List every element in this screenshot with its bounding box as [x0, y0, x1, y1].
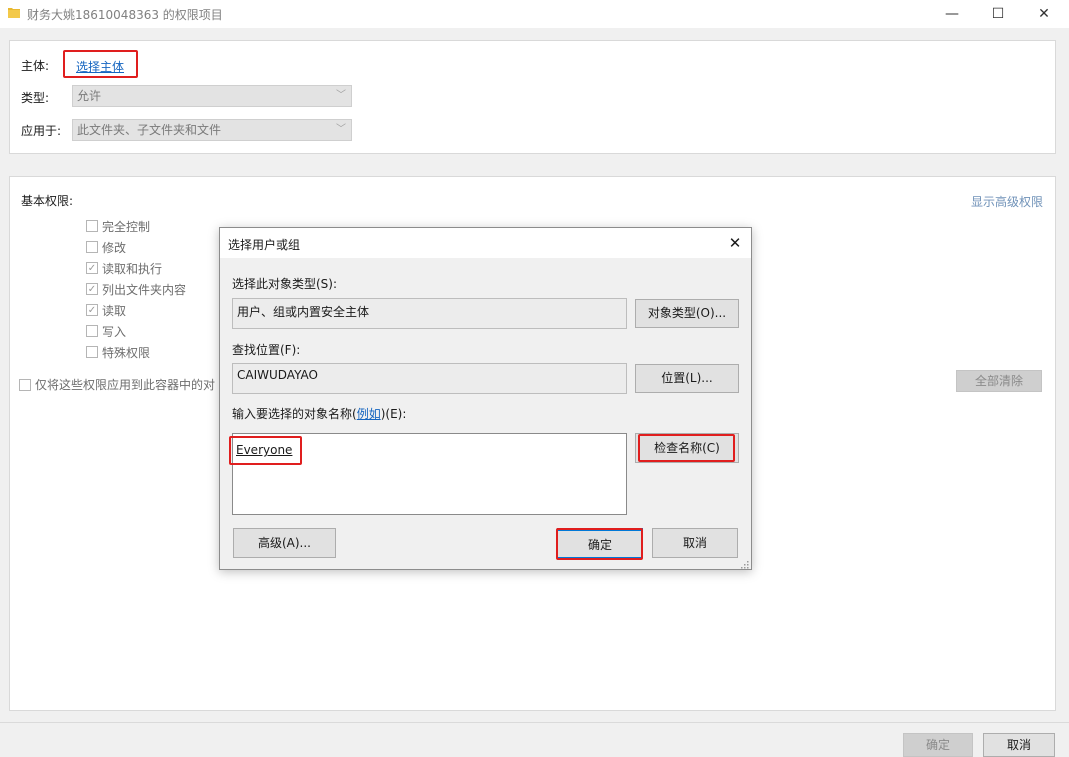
permission-label: 完全控制 — [102, 220, 151, 234]
permission-checkbox[interactable]: ✓ — [86, 283, 98, 295]
dialog-title: 选择用户或组 — [228, 238, 301, 252]
select-users-dialog: 选择用户或组 ✕ 选择此对象类型(S): 用户、组或内置安全主体 对象类型(O)… — [219, 227, 752, 570]
window-title: 财务大姚18610048363 的权限项目 — [27, 8, 223, 22]
folder-icon — [8, 8, 20, 18]
minimize-button[interactable]: — — [929, 0, 975, 28]
permission-label: 读取和执行 — [102, 262, 163, 276]
resize-grip-icon[interactable] — [739, 559, 749, 569]
advanced-button[interactable]: 高级(A)... — [233, 528, 336, 558]
enter-names-prefix: 输入要选择的对象名称( — [232, 407, 357, 421]
type-dropdown[interactable]: 允许 ﹀ — [72, 85, 352, 107]
permission-label: 写入 — [102, 325, 127, 339]
applies-to-label: 应用于: — [21, 124, 62, 138]
permission-label: 读取 — [102, 304, 127, 318]
title-bar: 财务大姚18610048363 的权限项目 — ☐ ✕ — [0, 0, 1069, 28]
select-principal-link[interactable]: 选择主体 — [76, 58, 124, 75]
only-apply-label: 仅将这些权限应用到此容器中的对 — [35, 378, 216, 392]
maximize-button[interactable]: ☐ — [975, 0, 1021, 28]
permission-checkbox[interactable] — [86, 241, 98, 253]
object-type-field: 用户、组或内置安全主体 — [232, 298, 627, 329]
dialog-cancel-button[interactable]: 取消 — [652, 528, 738, 558]
applies-to-dropdown[interactable]: 此文件夹、子文件夹和文件 ﹀ — [72, 119, 352, 141]
enter-names-suffix: )(E): — [380, 407, 407, 421]
chevron-down-icon: ﹀ — [336, 90, 346, 101]
permission-label: 修改 — [102, 241, 127, 255]
principal-label: 主体: — [21, 59, 50, 73]
permission-checkbox[interactable] — [86, 346, 98, 358]
dialog-ok-button[interactable]: 确定 — [557, 528, 643, 558]
basic-permissions-label: 基本权限: — [21, 194, 74, 208]
type-label: 类型: — [21, 91, 50, 105]
chevron-down-icon: ﹀ — [336, 124, 346, 135]
type-value: 允许 — [77, 89, 102, 103]
permission-label: 特殊权限 — [102, 346, 151, 360]
applies-to-value: 此文件夹、子文件夹和文件 — [77, 123, 222, 137]
permission-checkbox[interactable] — [86, 325, 98, 337]
only-apply-checkbox[interactable] — [19, 379, 31, 391]
clear-all-button[interactable]: 全部清除 — [956, 370, 1042, 392]
footer-ok-button[interactable]: 确定 — [903, 733, 973, 757]
check-names-button[interactable]: 检查名称(C) — [635, 433, 739, 463]
locations-button[interactable]: 位置(L)... — [635, 364, 739, 393]
dialog-close-button[interactable]: ✕ — [723, 232, 747, 254]
close-button[interactable]: ✕ — [1021, 0, 1067, 28]
object-names-textarea[interactable]: Everyone — [232, 433, 627, 515]
permission-checkbox[interactable]: ✓ — [86, 262, 98, 274]
object-types-button[interactable]: 对象类型(O)... — [635, 299, 739, 328]
examples-link[interactable]: 例如 — [357, 407, 381, 421]
footer-cancel-button[interactable]: 取消 — [983, 733, 1055, 757]
footer-divider — [0, 722, 1069, 723]
permission-label: 列出文件夹内容 — [102, 283, 187, 297]
location-label: 查找位置(F): — [232, 343, 301, 357]
enter-names-label: 输入要选择的对象名称(例如)(E): — [232, 405, 406, 422]
show-advanced-link[interactable]: 显示高级权限 — [971, 193, 1043, 210]
names-text: Everyone — [236, 443, 293, 457]
object-type-label: 选择此对象类型(S): — [232, 277, 338, 291]
permission-checkbox[interactable] — [86, 220, 98, 232]
location-field: CAIWUDAYAO — [232, 363, 627, 394]
permission-checkbox[interactable]: ✓ — [86, 304, 98, 316]
